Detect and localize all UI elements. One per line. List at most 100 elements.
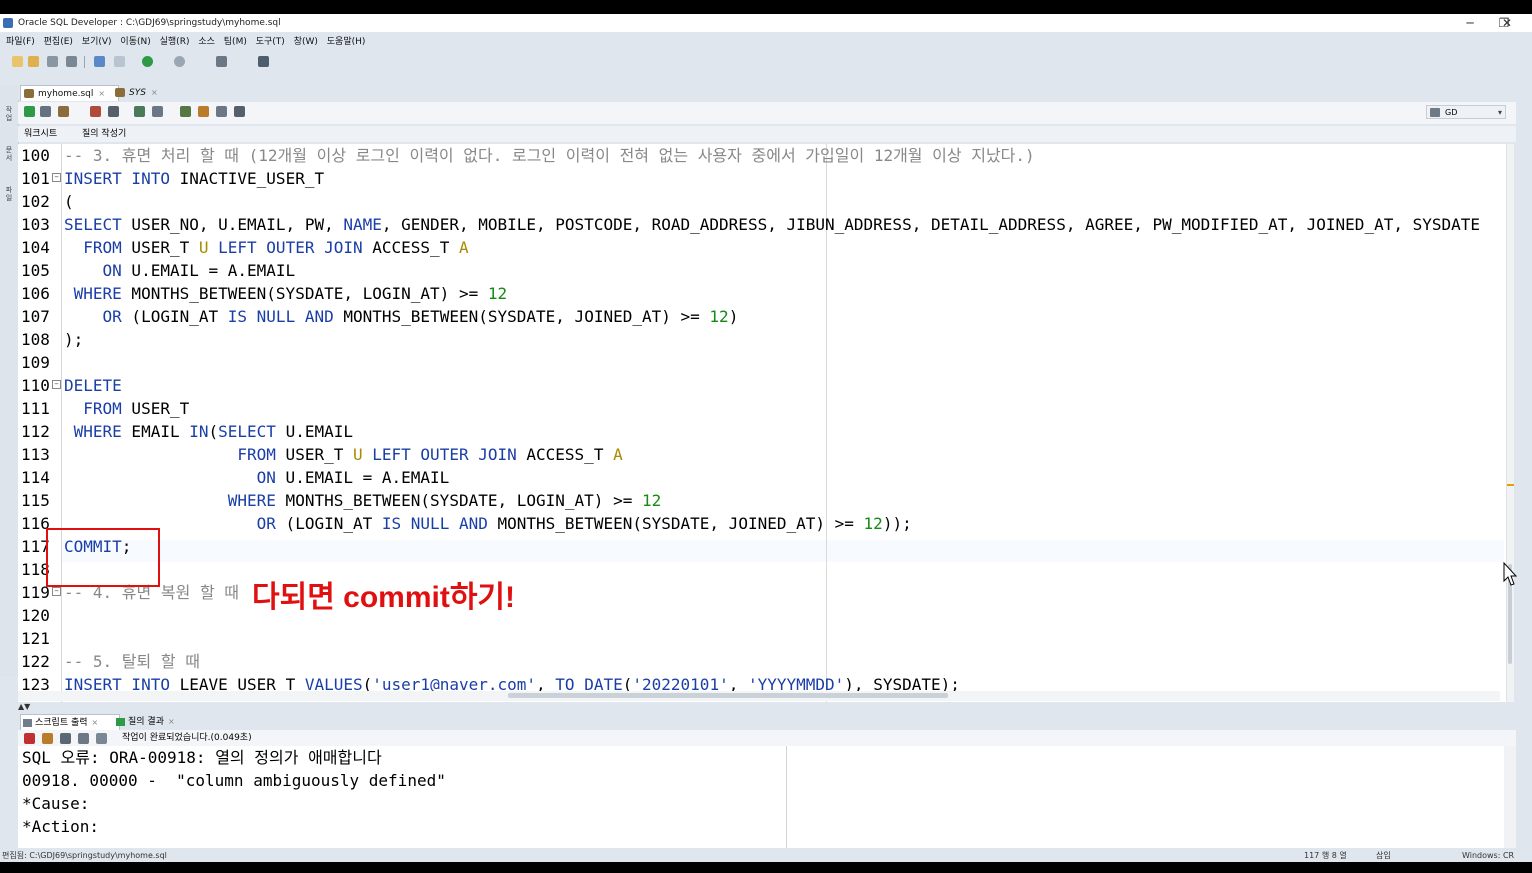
code-line[interactable]: 104 FROM USER_T U LEFT OUTER JOIN ACCESS… xyxy=(18,236,1508,259)
worksheet-subtabs: 워크시트 질의 작성기 xyxy=(18,126,1516,142)
code-line[interactable]: 121 xyxy=(18,627,1508,650)
code-line[interactable]: 100 -- 3. 휴면 처리 할 때 (12개월 이상 로그인 이력이 없다. … xyxy=(18,144,1508,167)
close-button[interactable]: ✕ xyxy=(1490,14,1524,32)
menu-bar: 파일(F) 편집(E) 보기(V) 이동(N) 실행(R) 소스 팀(M) 도구… xyxy=(0,32,1532,51)
open-output-icon[interactable] xyxy=(96,733,107,744)
code-text: -- 5. 탈퇴 할 때 xyxy=(64,650,200,673)
menu-source[interactable]: 소스 xyxy=(198,32,215,52)
code-line[interactable]: 120 xyxy=(18,604,1508,627)
code-line[interactable]: 108); xyxy=(18,328,1508,351)
menu-navigate[interactable]: 이동(N) xyxy=(120,32,150,52)
tab-label: myhome.sql xyxy=(38,89,94,99)
pin-icon[interactable] xyxy=(24,733,35,744)
menu-view[interactable]: 보기(V) xyxy=(82,32,112,52)
splitter-arrows-icon[interactable]: ▲▼ xyxy=(18,702,30,711)
tab-worksheet[interactable]: 워크시트 xyxy=(24,126,57,142)
code-line[interactable]: 103 SELECT USER_NO, U.EMAIL, PW, NAME, GE… xyxy=(18,213,1508,236)
rail-item-documents[interactable]: 문서 xyxy=(4,146,14,162)
tab-myhome-sql[interactable]: myhome.sql × xyxy=(20,85,119,101)
save-output-icon[interactable] xyxy=(60,733,71,744)
horizontal-scrollbar[interactable] xyxy=(18,691,1500,701)
menu-help[interactable]: 도움말(H) xyxy=(327,32,366,52)
code-text: -- 3. 휴면 처리 할 때 (12개월 이상 로그인 이력이 없다. 로그인… xyxy=(64,144,1035,167)
code-line[interactable]: 111 FROM USER_T xyxy=(18,397,1508,420)
menu-file[interactable]: 파일(F) xyxy=(6,32,35,52)
tab-close-icon[interactable]: × xyxy=(98,89,105,98)
menu-run[interactable]: 실행(R) xyxy=(160,32,190,52)
rail-item-tasks[interactable]: 작업 xyxy=(4,106,14,122)
line-number: 108 xyxy=(21,330,50,349)
clear-eraser-icon[interactable] xyxy=(198,106,209,117)
fold-toggle-icon[interactable]: − xyxy=(52,173,61,182)
history-icon[interactable] xyxy=(216,106,227,117)
code-line[interactable]: 115 WHERE MONTHS_BETWEEN(SYSDATE, LOGIN_… xyxy=(18,489,1508,512)
unshared-sql-icon[interactable] xyxy=(180,106,191,117)
code-line[interactable]: 101− INSERT INTO INACTIVE_USER_T xyxy=(18,167,1508,190)
code-token: USER_T xyxy=(275,445,353,464)
menu-edit[interactable]: 편집(E) xyxy=(44,32,73,52)
save-icon[interactable] xyxy=(47,56,58,67)
sql-editor[interactable]: 100 -- 3. 휴면 처리 할 때 (12개월 이상 로그인 이력이 없다. … xyxy=(18,144,1514,704)
binoculars-icon[interactable] xyxy=(258,56,269,67)
connection-selector[interactable]: GD ▾ xyxy=(1426,105,1506,119)
fold-toggle-icon[interactable]: − xyxy=(52,380,61,389)
format-icon[interactable] xyxy=(234,106,245,117)
code-line[interactable]: 105 ON U.EMAIL = A.EMAIL xyxy=(18,259,1508,282)
sql-worksheet-icon[interactable] xyxy=(216,56,227,67)
back-icon[interactable] xyxy=(142,56,153,67)
code-line[interactable]: 119− -- 4. 휴면 복원 할 때 xyxy=(18,581,1508,604)
annotation-text: 다되면 commit하기! xyxy=(252,581,516,614)
code-line[interactable]: 102 ( xyxy=(18,190,1508,213)
code-line[interactable]: 107 OR (LOGIN_AT IS NULL AND MONTHS_BETW… xyxy=(18,305,1508,328)
clear-output-icon[interactable] xyxy=(42,733,53,744)
code-line[interactable]: 109 xyxy=(18,351,1508,374)
code-line[interactable]: 117 COMMIT; xyxy=(18,535,1508,558)
sql-file-icon xyxy=(115,88,125,97)
output-line: *Action: xyxy=(22,817,100,836)
code-line[interactable]: 110− DELETE xyxy=(18,374,1508,397)
code-line[interactable]: 118 xyxy=(18,558,1508,581)
commit-icon[interactable] xyxy=(58,106,69,117)
tab-close-icon[interactable]: × xyxy=(151,88,158,97)
code-line[interactable]: 122 -- 5. 탈퇴 할 때 xyxy=(18,650,1508,673)
code-line[interactable]: 106 WHERE MONTHS_BETWEEN(SYSDATE, LOGIN_… xyxy=(18,282,1508,305)
tab-script-output[interactable]: 스크립트 출력 × xyxy=(20,714,120,731)
line-number: 111 xyxy=(21,399,50,418)
tab-close-icon[interactable]: × xyxy=(168,717,175,726)
code-line[interactable]: 112 WHERE EMAIL IN(SELECT U.EMAIL xyxy=(18,420,1508,443)
forward-icon[interactable] xyxy=(174,56,185,67)
print-icon[interactable] xyxy=(78,733,89,744)
minimize-button[interactable]: ─ xyxy=(1453,14,1487,32)
explain-plan-icon[interactable] xyxy=(108,106,119,117)
menu-team[interactable]: 팀(M) xyxy=(224,32,247,52)
code-token: U xyxy=(352,445,363,464)
open-folder-icon[interactable] xyxy=(28,56,39,67)
panel-splitter[interactable]: ▲▼ xyxy=(18,702,1516,714)
autotrace-icon[interactable] xyxy=(134,106,145,117)
fold-toggle-icon[interactable]: − xyxy=(52,587,61,596)
output-line: *Cause: xyxy=(22,794,90,813)
redo-icon[interactable] xyxy=(114,56,125,67)
sql-tuning-icon[interactable] xyxy=(152,106,163,117)
tab-close-icon[interactable]: × xyxy=(92,718,99,727)
tab-query-result[interactable]: 질의 결과 × xyxy=(114,714,192,730)
rollback-icon[interactable] xyxy=(90,106,101,117)
code-token: DELETE xyxy=(64,376,122,395)
run-statement-icon[interactable] xyxy=(24,106,35,117)
horizontal-scrollbar-thumb[interactable] xyxy=(508,693,948,698)
save-all-icon[interactable] xyxy=(66,56,77,67)
code-token: SELECT xyxy=(218,422,276,441)
output-scrollbar[interactable] xyxy=(1504,746,1516,848)
menu-window[interactable]: 창(W) xyxy=(294,32,318,52)
run-script-icon[interactable] xyxy=(40,106,51,117)
menu-tools[interactable]: 도구(T) xyxy=(256,32,285,52)
undo-icon[interactable] xyxy=(94,56,105,67)
tab-sys[interactable]: SYS × xyxy=(112,85,179,100)
script-output-panel[interactable]: SQL 오류: ORA-00918: 열의 정의가 애매합니다 00918. 0… xyxy=(18,746,1516,848)
code-line[interactable]: 114 ON U.EMAIL = A.EMAIL xyxy=(18,466,1508,489)
tab-query-builder[interactable]: 질의 작성기 xyxy=(82,126,126,142)
code-line[interactable]: 116 OR (LOGIN_AT IS NULL AND MONTHS_BETW… xyxy=(18,512,1508,535)
new-file-icon[interactable] xyxy=(12,56,23,67)
code-line[interactable]: 113 FROM USER_T U LEFT OUTER JOIN ACCESS… xyxy=(18,443,1508,466)
rail-item-files[interactable]: 파일 xyxy=(4,186,14,202)
